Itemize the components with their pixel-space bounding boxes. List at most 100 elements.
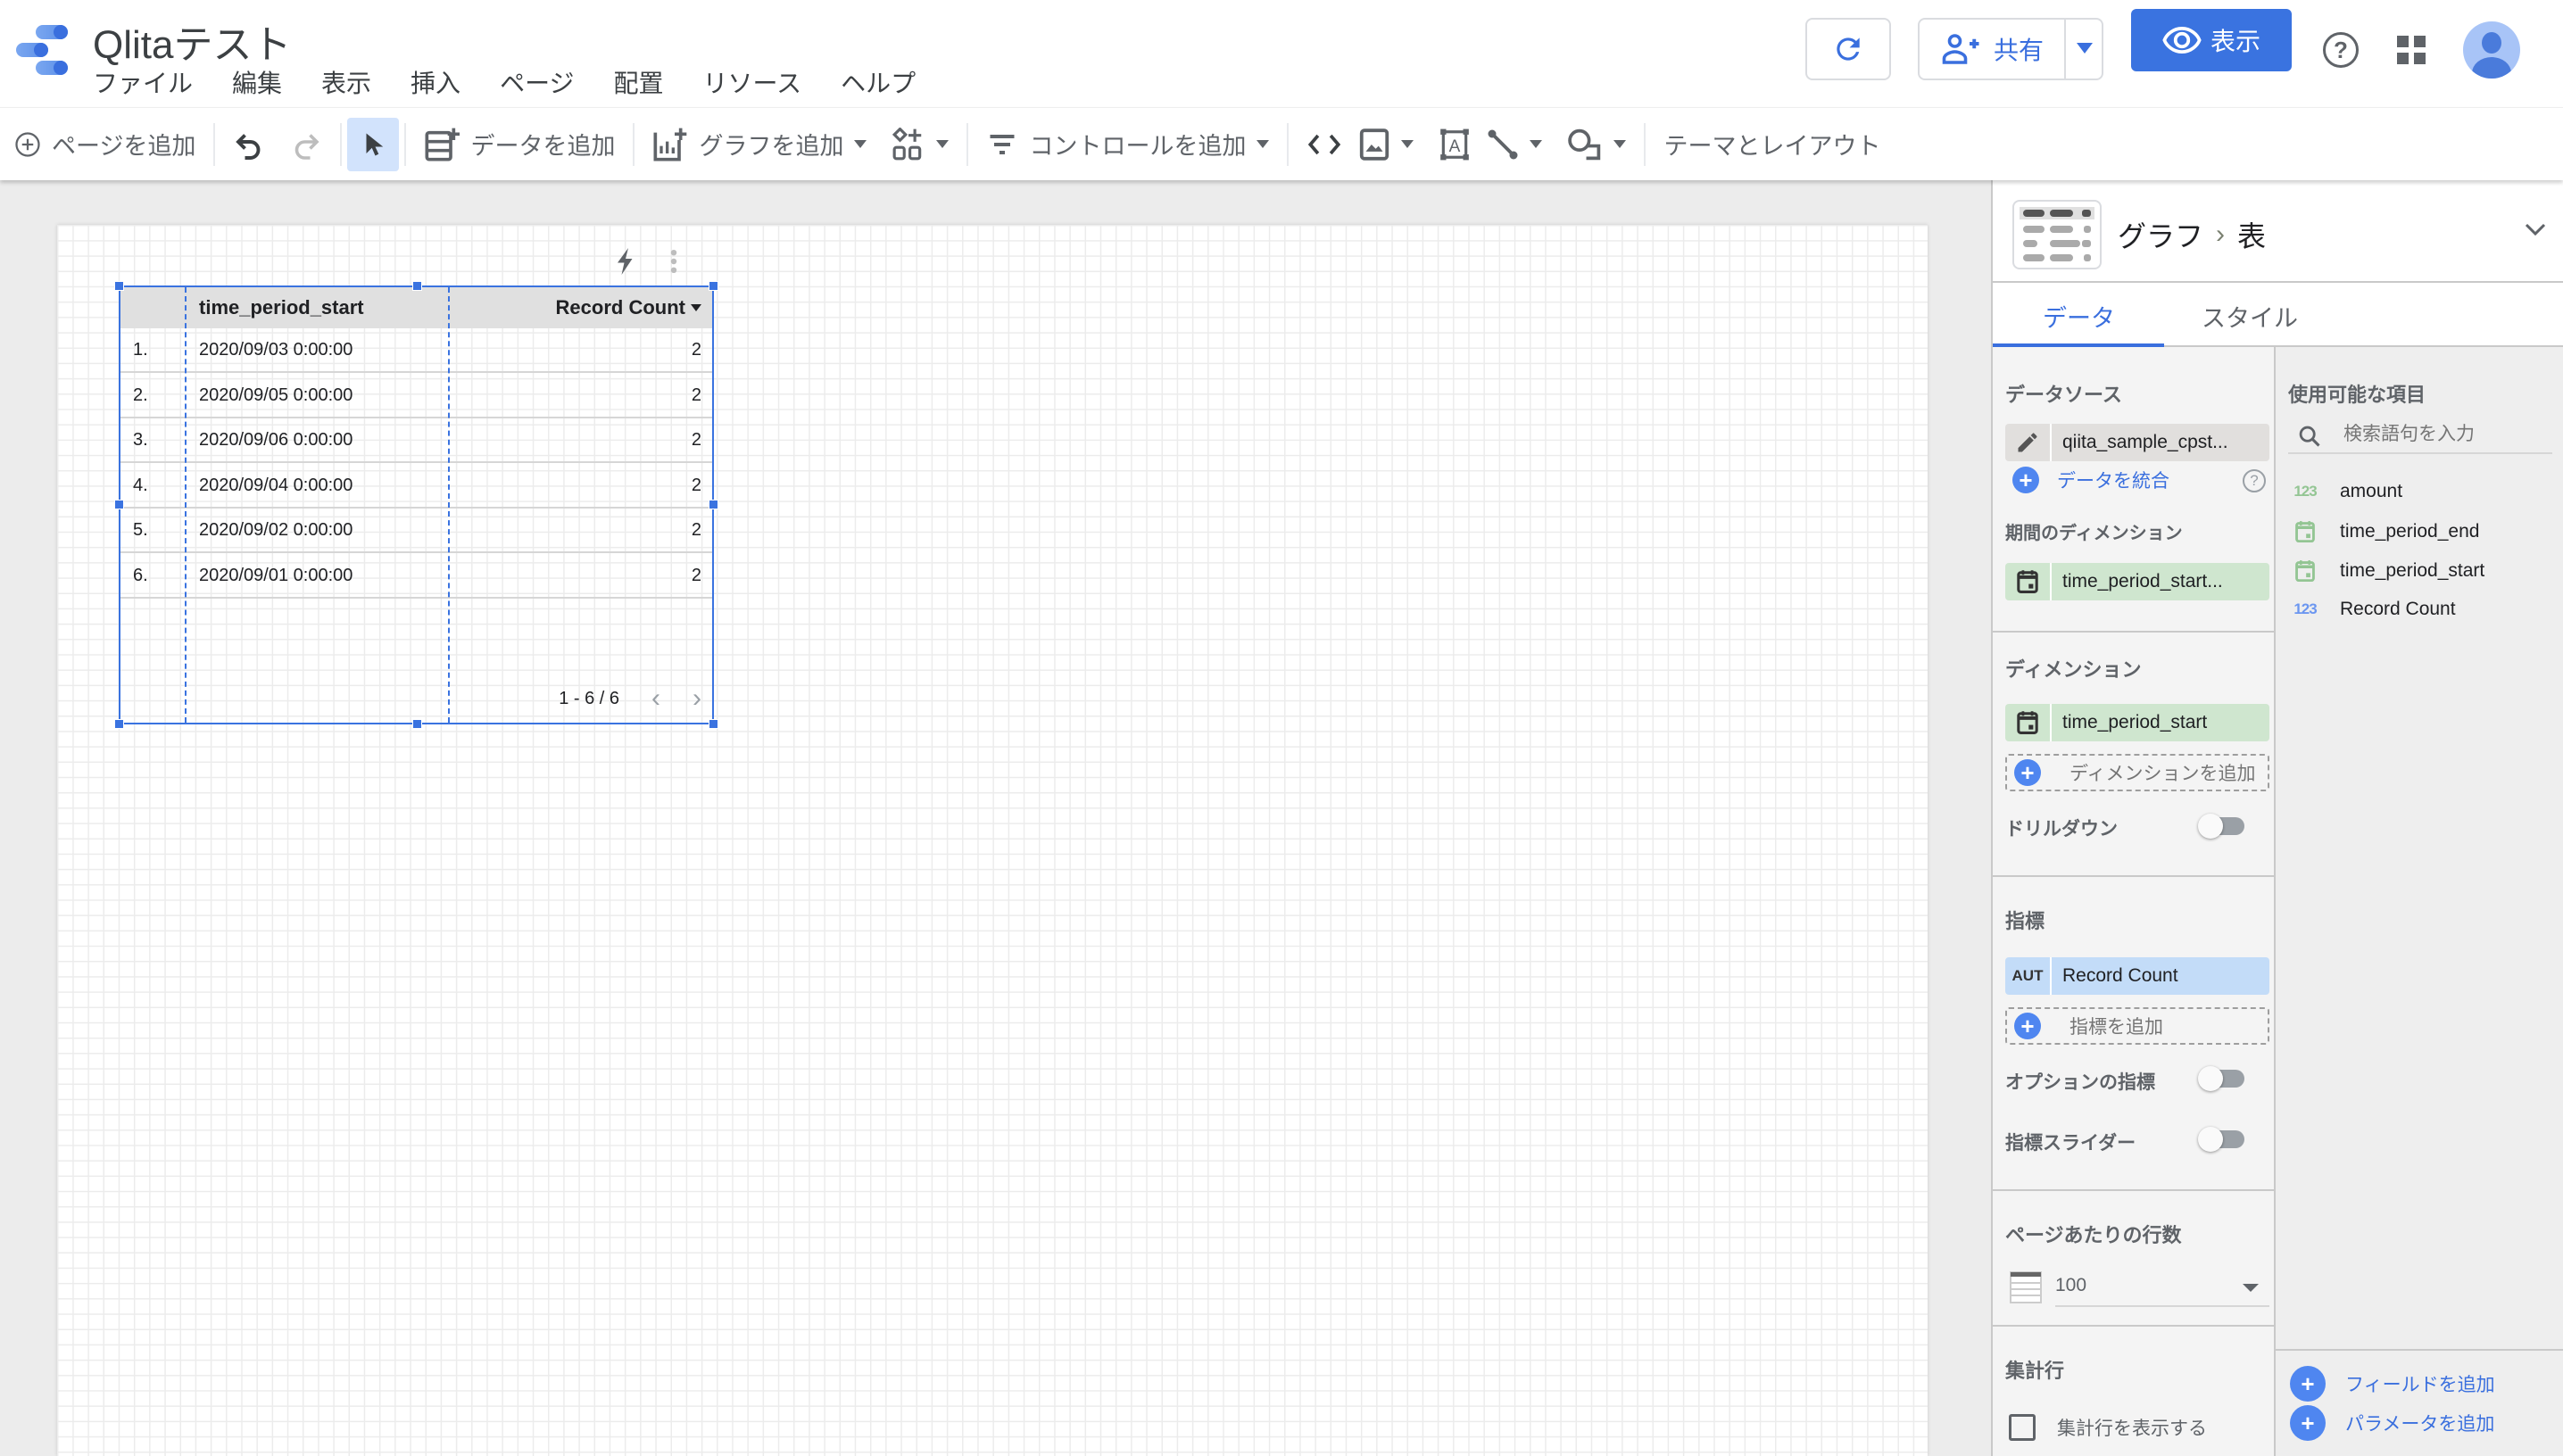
add-data-button[interactable]: データを追加 xyxy=(411,118,627,171)
resize-handle-sw[interactable] xyxy=(114,719,124,729)
add-field-button[interactable]: + フィールドを追加 xyxy=(2290,1366,2495,1402)
share-button[interactable]: 共有 xyxy=(1918,18,2103,80)
view-mode-button[interactable]: 表示 xyxy=(2131,9,2292,71)
embed-url-button[interactable] xyxy=(1294,118,1355,171)
show-summary-row-label[interactable]: 集計行を表示する xyxy=(2057,1414,2207,1441)
help-icon[interactable]: ? xyxy=(2323,32,2359,68)
components-icon xyxy=(892,127,922,160)
field-item[interactable]: 123 Record Count xyxy=(2292,599,2455,620)
data-source-chip[interactable]: qiita_sample_cpst... xyxy=(2005,424,2269,461)
help-icon[interactable]: ? xyxy=(2243,469,2266,492)
svg-text:A: A xyxy=(1449,136,1461,155)
table-row[interactable]: 4. 2020/09/04 0:00:00 2 xyxy=(120,464,712,509)
table-chart-type-icon[interactable] xyxy=(2012,200,2102,269)
date-range-dimension-chip[interactable]: time_period_start... xyxy=(2005,563,2269,600)
metric-chip[interactable]: AUT Record Count xyxy=(2005,957,2269,995)
available-fields-column: 使用可能な項目 123 amount time_period_end time_per… xyxy=(2276,347,2563,1456)
next-page-icon[interactable]: › xyxy=(693,683,701,714)
resize-handle-ne[interactable] xyxy=(709,281,718,291)
search-icon xyxy=(2299,426,2320,447)
properties-panel: グラフ › 表 データ スタイル データソース qiita_sample_cps… xyxy=(1991,180,2563,1456)
lightning-icon[interactable] xyxy=(616,248,635,275)
filter-icon xyxy=(990,134,1015,154)
menu-file[interactable]: ファイル xyxy=(93,64,193,100)
apps-grid-icon[interactable] xyxy=(2397,36,2426,64)
add-chart-icon xyxy=(653,128,687,161)
data-settings-column: データソース qiita_sample_cpst... + データを統合 ? 期… xyxy=(1993,347,2276,1456)
add-dimension-button[interactable]: + ディメンションを追加 xyxy=(2005,754,2269,791)
undo-button[interactable] xyxy=(220,118,278,171)
show-summary-row-checkbox[interactable] xyxy=(2009,1414,2036,1441)
share-label: 共有 xyxy=(1993,37,2044,64)
table-row[interactable]: 6. 2020/09/01 0:00:00 2 xyxy=(120,554,712,599)
field-item[interactable]: time_period_start xyxy=(2292,559,2484,583)
insert-text-button[interactable]: A xyxy=(1426,118,1483,171)
insert-line-button[interactable] xyxy=(1483,118,1555,171)
table-row[interactable]: 3. 2020/09/06 0:00:00 2 xyxy=(120,418,712,463)
blend-data-button[interactable]: + データを統合 xyxy=(2012,467,2169,493)
add-chart-button[interactable]: グラフを追加 xyxy=(640,118,879,171)
resize-handle-n[interactable] xyxy=(412,281,422,291)
add-metric-button[interactable]: + 指標を追加 xyxy=(2005,1007,2269,1045)
rows-per-page-select[interactable]: 100 xyxy=(2055,1270,2269,1307)
menu-help[interactable]: ヘルプ xyxy=(841,64,916,100)
table-chart[interactable]: time_period_start Record Count 1. 2020/09… xyxy=(114,281,718,729)
image-icon xyxy=(1360,128,1389,161)
resize-handle-e[interactable] xyxy=(709,500,718,509)
insert-shape-button[interactable] xyxy=(1555,118,1638,171)
menu-edit[interactable]: 編集 xyxy=(232,64,282,100)
row-index: 6. xyxy=(133,565,148,585)
redo-button[interactable] xyxy=(278,118,335,171)
tab-data[interactable]: データ xyxy=(2043,299,2115,334)
row-index: 3. xyxy=(133,430,148,450)
select-tool-button[interactable] xyxy=(347,117,400,171)
redo-icon xyxy=(295,133,320,160)
field-item[interactable]: time_period_end xyxy=(2292,520,2479,543)
field-search-input[interactable] xyxy=(2343,420,2540,449)
breadcrumb-table: 表 xyxy=(2237,220,2267,252)
table-row[interactable]: 2. 2020/09/05 0:00:00 2 xyxy=(120,374,712,418)
data-studio-logo-icon[interactable] xyxy=(16,23,70,77)
share-dropdown-icon[interactable] xyxy=(2077,43,2093,54)
field-search[interactable] xyxy=(2288,418,2552,454)
cell-record-count: 2 xyxy=(691,565,701,585)
sort-desc-icon[interactable] xyxy=(691,304,701,311)
aggregation-badge[interactable]: AUT xyxy=(2005,957,2052,995)
menu-arrange[interactable]: 配置 xyxy=(614,64,664,100)
add-page-button[interactable]: ページを追加 xyxy=(0,118,208,171)
chevron-down-icon[interactable] xyxy=(2522,216,2549,243)
menu-resource[interactable]: リソース xyxy=(703,64,802,100)
add-page-label: ページを追加 xyxy=(52,133,196,160)
field-item[interactable]: 123 amount xyxy=(2292,481,2402,502)
tab-style[interactable]: スタイル xyxy=(2202,299,2298,334)
metric-slider-toggle[interactable] xyxy=(2198,1127,2244,1152)
account-avatar[interactable] xyxy=(2463,21,2520,79)
community-viz-button[interactable] xyxy=(879,118,961,171)
theme-layout-button[interactable]: テーマとレイアウト xyxy=(1651,118,1893,171)
add-control-button[interactable]: コントロールを追加 xyxy=(974,118,1282,171)
optional-metrics-toggle[interactable] xyxy=(2198,1066,2244,1091)
menu-page[interactable]: ページ xyxy=(500,64,574,100)
insert-image-button[interactable] xyxy=(1355,118,1426,171)
menu-insert[interactable]: 挿入 xyxy=(411,64,460,100)
calendar-icon xyxy=(2017,711,2038,734)
dimension-chip[interactable]: time_period_start xyxy=(2005,704,2269,741)
resize-handle-s[interactable] xyxy=(412,719,422,729)
add-parameter-button[interactable]: + パラメータを追加 xyxy=(2290,1405,2494,1441)
refresh-data-button[interactable] xyxy=(1805,18,1891,80)
column-header-record-count[interactable]: Record Count xyxy=(556,296,685,319)
drilldown-toggle[interactable] xyxy=(2198,814,2244,839)
column-header-time-period-start[interactable]: time_period_start xyxy=(199,296,364,319)
prev-page-icon[interactable]: ‹ xyxy=(651,683,660,714)
more-vert-icon[interactable] xyxy=(669,249,678,274)
resize-handle-se[interactable] xyxy=(709,719,718,729)
table-pagination: 1 - 6 / 6 ‹ › xyxy=(559,683,701,714)
pencil-icon[interactable] xyxy=(2015,430,2040,455)
optional-metrics-label: オプションの指標 xyxy=(2005,1072,2155,1093)
resize-handle-nw[interactable] xyxy=(114,281,124,291)
table-row[interactable]: 5. 2020/09/02 0:00:00 2 xyxy=(120,509,712,553)
report-title[interactable]: Qlitaテスト xyxy=(93,12,291,70)
resize-handle-w[interactable] xyxy=(114,500,124,509)
table-row[interactable]: 1. 2020/09/03 0:00:00 2 xyxy=(120,328,712,373)
menu-view[interactable]: 表示 xyxy=(321,64,371,100)
